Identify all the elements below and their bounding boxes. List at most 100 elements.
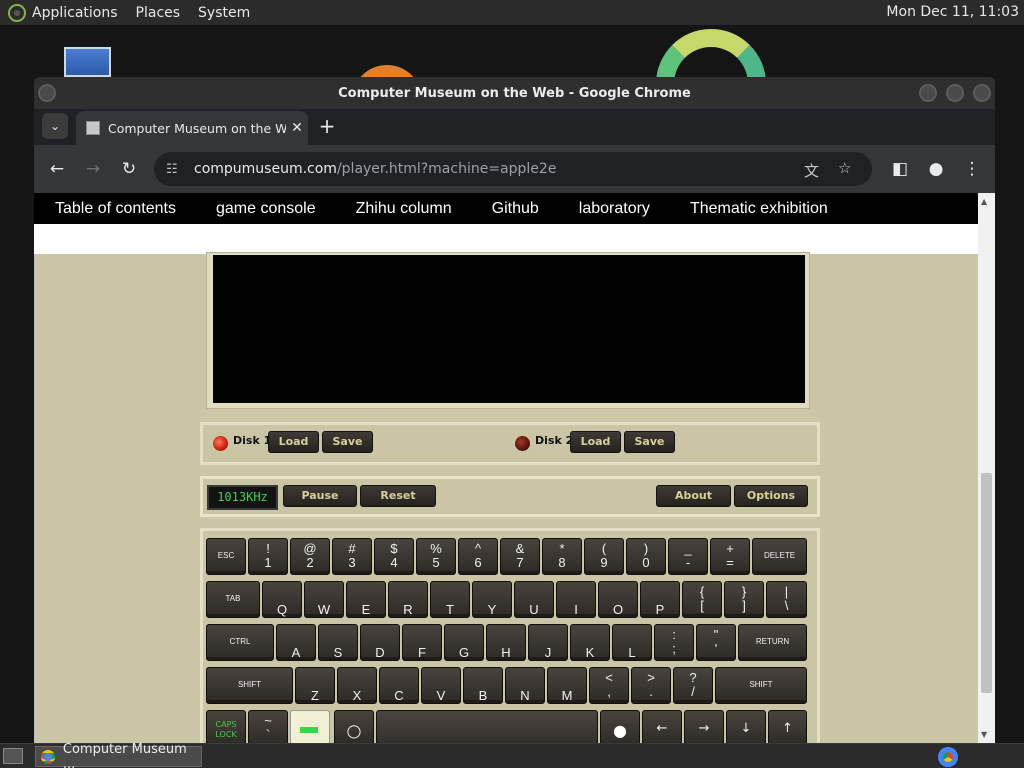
key-c[interactable]: C (379, 667, 419, 704)
key-symbol[interactable]: % 5 (416, 538, 456, 575)
key-arrow-up[interactable]: ↑ (768, 710, 807, 743)
key-symbol[interactable]: >. (631, 667, 671, 704)
key-r[interactable]: R (388, 581, 428, 618)
tray-chrome-icon[interactable] (938, 747, 958, 767)
key-symbol[interactable]: " ' (696, 624, 736, 661)
key-q[interactable]: Q (262, 581, 302, 618)
key-return[interactable]: RETURN (738, 624, 807, 661)
key-f[interactable]: F (402, 624, 442, 661)
key-symbol[interactable]: :; (654, 624, 694, 661)
nav-link-thematic-exhibition[interactable]: Thematic exhibition (690, 200, 828, 218)
show-desktop-icon[interactable] (3, 748, 23, 764)
key-x[interactable]: X (337, 667, 377, 704)
disk2-save-button[interactable]: Save (624, 431, 675, 453)
nav-link-table-of-contents[interactable]: Table of contents (55, 200, 176, 218)
key-symbol[interactable]: @2 (290, 538, 330, 575)
maximize-icon[interactable] (946, 84, 964, 102)
scroll-up-icon[interactable]: ▲ (981, 197, 987, 206)
key-d[interactable]: D (360, 624, 400, 661)
nav-link-laboratory[interactable]: laboratory (579, 200, 650, 218)
closed-apple-key[interactable]: ● (600, 710, 640, 743)
key-y[interactable]: Y (472, 581, 512, 618)
about-button[interactable]: About (656, 485, 731, 507)
menu-places[interactable]: Places (136, 5, 181, 21)
key-i[interactable]: I (556, 581, 596, 618)
nav-link-game-console[interactable]: game console (216, 200, 316, 218)
key-symbol[interactable]: }] (724, 581, 764, 618)
distro-logo-icon[interactable] (8, 3, 26, 22)
key-s[interactable]: S (318, 624, 358, 661)
key-w[interactable]: W (304, 581, 344, 618)
key-n[interactable]: N (505, 667, 545, 704)
key-symbol[interactable]: {[ (682, 581, 722, 618)
key-b[interactable]: B (463, 667, 503, 704)
key-p[interactable]: P (640, 581, 680, 618)
key-symbol[interactable]: (9 (584, 538, 624, 575)
key-t[interactable]: T (430, 581, 470, 618)
tab-search-chevron-icon[interactable]: ⌄ (42, 113, 68, 139)
key-v[interactable]: V (421, 667, 461, 704)
taskbar-chrome-task[interactable]: Computer Museum ... (35, 742, 202, 768)
key-arrow-left[interactable]: ← (642, 710, 682, 743)
disk1-save-button[interactable]: Save (322, 431, 373, 453)
key-g[interactable]: G (444, 624, 484, 661)
key-l[interactable]: L (612, 624, 652, 661)
window-titlebar[interactable]: Computer Museum on the Web - Google Chro… (34, 77, 995, 109)
key-symbol[interactable]: | \ (766, 581, 807, 618)
nav-link-github[interactable]: Github (492, 200, 539, 218)
key-shift[interactable]: SHIFT (206, 667, 293, 704)
key-arrow-right[interactable]: → (684, 710, 724, 743)
power-indicator-key[interactable] (290, 710, 330, 743)
bookmark-star-icon[interactable]: ☆ (838, 159, 851, 177)
open-apple-key[interactable]: ● (334, 710, 374, 743)
key-caps-lock[interactable]: CAPS LOCK (206, 710, 246, 743)
key-symbol[interactable]: ^ 6 (458, 538, 498, 575)
profile-icon[interactable]: ● (924, 157, 948, 181)
emulator-screen[interactable] (213, 255, 805, 403)
key-o[interactable]: O (598, 581, 638, 618)
key-symbol[interactable]: ? / (673, 667, 713, 704)
menu-applications[interactable]: Applications (32, 5, 118, 21)
key-e[interactable]: E (346, 581, 386, 618)
tab-close-icon[interactable]: ✕ (286, 120, 308, 136)
translate-icon[interactable]: 文 (804, 160, 819, 181)
key-space[interactable] (376, 710, 598, 743)
key-delete[interactable]: DELETE (752, 538, 807, 575)
key-symbol[interactable]: _ - (668, 538, 708, 575)
key-tab[interactable]: TAB (206, 581, 260, 618)
forward-arrow-icon[interactable]: → (81, 157, 105, 181)
key-shift[interactable]: SHIFT (715, 667, 807, 704)
key-k[interactable]: K (570, 624, 610, 661)
page-scrollbar[interactable]: ▲ ▼ (978, 193, 995, 743)
minimize-icon[interactable] (919, 84, 937, 102)
new-tab-plus-icon[interactable]: + (314, 113, 340, 139)
key-esc[interactable]: ESC (206, 538, 246, 575)
close-window-icon[interactable] (973, 84, 991, 102)
reload-icon[interactable]: ↻ (117, 157, 141, 181)
key-symbol[interactable]: ~ ` (248, 710, 288, 743)
side-panel-icon[interactable]: ◧ (888, 157, 912, 181)
disk2-load-button[interactable]: Load (570, 431, 621, 453)
key-symbol[interactable]: <, (589, 667, 629, 704)
address-bar[interactable]: ☷ compumuseum.com/player.html?machine=ap… (154, 152, 872, 186)
key-a[interactable]: A (276, 624, 316, 661)
key-symbol[interactable]: #3 (332, 538, 372, 575)
key-z[interactable]: Z (295, 667, 335, 704)
key-ctrl[interactable]: CTRL (206, 624, 274, 661)
reset-button[interactable]: Reset (360, 485, 436, 507)
nav-link-zhihu-column[interactable]: Zhihu column (356, 200, 452, 218)
menu-system[interactable]: System (198, 5, 250, 21)
key-arrow-down[interactable]: ↓ (726, 710, 766, 743)
site-info-icon[interactable]: ☷ (166, 162, 184, 177)
pause-button[interactable]: Pause (283, 485, 357, 507)
key-symbol[interactable]: ) 0 (626, 538, 666, 575)
key-symbol[interactable]: ! 1 (248, 538, 288, 575)
scroll-thumb[interactable] (981, 473, 992, 693)
back-arrow-icon[interactable]: ← (45, 157, 69, 181)
panel-clock[interactable]: Mon Dec 11, 11:03 (886, 4, 1019, 20)
window-menu-icon[interactable] (38, 84, 56, 102)
key-symbol[interactable]: $4 (374, 538, 414, 575)
key-symbol[interactable]: + = (710, 538, 750, 575)
key-h[interactable]: H (486, 624, 526, 661)
key-m[interactable]: M (547, 667, 587, 704)
